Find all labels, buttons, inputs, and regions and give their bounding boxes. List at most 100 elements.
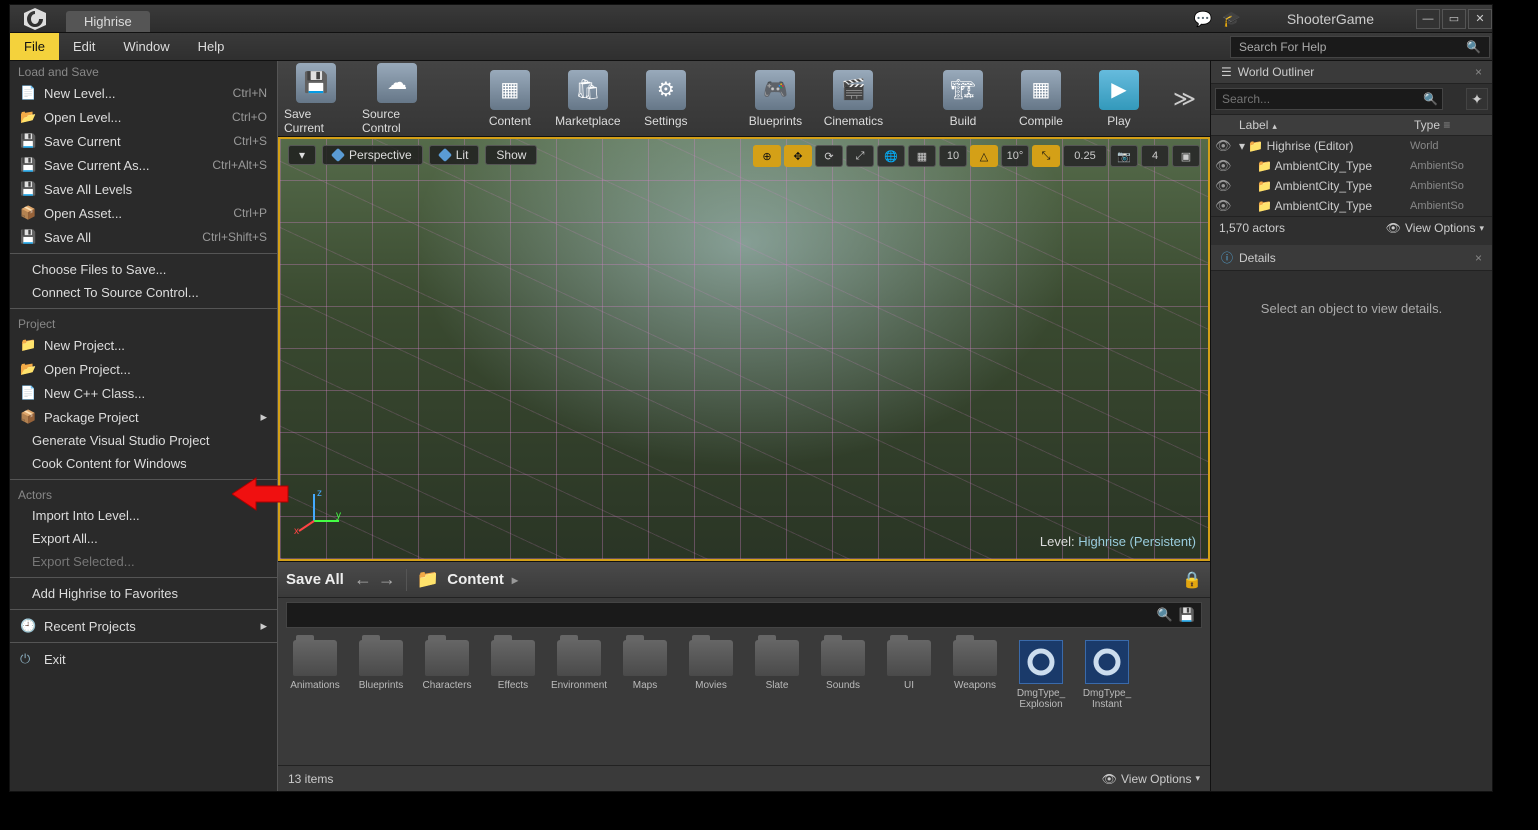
content-folder[interactable]: Maps xyxy=(618,640,672,757)
toolbar-overflow[interactable]: ≫ xyxy=(1165,86,1204,112)
outliner-row[interactable]: 👁📁 AmbientCity_TypeAmbientSo xyxy=(1211,196,1492,216)
minimize-button[interactable]: — xyxy=(1416,9,1440,29)
content-folder[interactable]: Animations xyxy=(288,640,342,757)
close-tab-icon[interactable]: × xyxy=(1475,65,1482,79)
level-viewport[interactable]: ▾ Perspective Lit Show ⊕ ✥ ⟳ ⤢ 🌐 ▦ 10 △ … xyxy=(278,137,1210,561)
outliner-view-options[interactable]: 👁 View Options ▾ xyxy=(1386,221,1484,235)
toolbar-save-current[interactable]: 💾Save Current xyxy=(284,63,348,135)
outliner-row[interactable]: 👁▾ 📁 Highrise (Editor)World xyxy=(1211,136,1492,156)
file-menu-open-project[interactable]: 📂Open Project... xyxy=(10,357,277,381)
outliner-row[interactable]: 👁📁 AmbientCity_TypeAmbientSo xyxy=(1211,176,1492,196)
viewport-camera-value[interactable]: 4 xyxy=(1141,145,1169,167)
file-menu-import-into-level[interactable]: Import Into Level... xyxy=(10,504,277,527)
file-menu-exit[interactable]: ⏻Exit xyxy=(10,647,277,671)
content-folder[interactable]: Weapons xyxy=(948,640,1002,757)
file-menu-recent-projects[interactable]: 🕘Recent Projects▸ xyxy=(10,614,277,638)
viewport-tool-rotate[interactable]: ⟳ xyxy=(815,145,843,167)
outliner-row-label: 📁 AmbientCity_Type xyxy=(1233,179,1410,193)
toolbar-content[interactable]: ▦Content xyxy=(478,70,542,128)
viewport-show-button[interactable]: Show xyxy=(485,145,537,165)
toolbar-blueprints[interactable]: 🎮Blueprints xyxy=(743,70,807,128)
content-view-options[interactable]: 👁 View Options ▾ xyxy=(1102,772,1200,786)
world-outliner-tab[interactable]: ☰ World Outliner × xyxy=(1211,61,1492,84)
help-search-input[interactable]: Search For Help 🔍 xyxy=(1230,36,1490,58)
content-asset[interactable]: DmgType_​Instant xyxy=(1080,640,1134,757)
toolbar-build[interactable]: 🏗Build xyxy=(931,70,995,128)
close-tab-icon[interactable]: × xyxy=(1475,251,1482,265)
menu-help[interactable]: Help xyxy=(184,33,239,60)
viewport-scale-value[interactable]: 0.25 xyxy=(1063,145,1107,167)
viewport-maximize[interactable]: ▣ xyxy=(1172,145,1200,167)
viewport-tool-coord[interactable]: 🌐 xyxy=(877,145,905,167)
content-save-all[interactable]: Save All xyxy=(286,571,344,588)
menu-window[interactable]: Window xyxy=(109,33,183,60)
details-tab[interactable]: ⓘ Details × xyxy=(1211,245,1492,271)
content-folder[interactable]: Characters xyxy=(420,640,474,757)
viewport-angle-value[interactable]: 10° xyxy=(1001,145,1029,167)
file-menu-open-asset[interactable]: 📦Open Asset...Ctrl+P xyxy=(10,201,277,225)
viewport-scale-snap[interactable]: ⤡ xyxy=(1032,145,1060,167)
file-menu-save-all-levels[interactable]: 💾Save All Levels xyxy=(10,177,277,201)
menu-edit[interactable]: Edit xyxy=(59,33,109,60)
viewport-grid-value[interactable]: 10 xyxy=(939,145,967,167)
viewport-tool-scale[interactable]: ⤢ xyxy=(846,145,874,167)
close-button[interactable]: ✕ xyxy=(1468,9,1492,29)
visibility-eye-icon[interactable]: 👁 xyxy=(1215,138,1233,154)
file-menu-new-cpp-class[interactable]: 📄New C++ Class... xyxy=(10,381,277,405)
chat-icon[interactable]: 💬 xyxy=(1193,10,1212,28)
content-folder[interactable]: Sounds xyxy=(816,640,870,757)
outliner-col-type[interactable]: Type ≡ xyxy=(1414,118,1484,132)
viewport-grid-snap[interactable]: ▦ xyxy=(908,145,936,167)
viewport-tool-select[interactable]: ⊕ xyxy=(753,145,781,167)
toolbar-compile[interactable]: ▦Compile xyxy=(1009,70,1073,128)
file-menu-add-favorites[interactable]: Add Highrise to Favorites xyxy=(10,582,277,605)
content-folder[interactable]: Movies xyxy=(684,640,738,757)
file-menu-export-all[interactable]: Export All... xyxy=(10,527,277,550)
viewport-angle-snap[interactable]: △ xyxy=(970,145,998,167)
toolbar-source-control[interactable]: ☁Source Control xyxy=(362,63,432,135)
file-menu-open-level[interactable]: 📂Open Level...Ctrl+O xyxy=(10,105,277,129)
maximize-button[interactable]: ▭ xyxy=(1442,9,1466,29)
viewport-options-button[interactable]: ▾ xyxy=(288,145,316,165)
viewport-lit-button[interactable]: Lit xyxy=(429,145,480,165)
file-menu-cook-content[interactable]: Cook Content for Windows xyxy=(10,452,277,475)
graduation-icon[interactable]: 🎓 xyxy=(1222,10,1241,28)
content-filter-input[interactable]: 🔍 💾 xyxy=(286,602,1202,628)
file-menu-generate-vs-project[interactable]: Generate Visual Studio Project xyxy=(10,429,277,452)
toolbar-cinematics[interactable]: 🎬Cinematics xyxy=(821,70,885,128)
visibility-eye-icon[interactable]: 👁 xyxy=(1215,158,1233,174)
file-menu-save-all[interactable]: 💾Save AllCtrl+Shift+S xyxy=(10,225,277,249)
file-menu-new-project[interactable]: 📁New Project... xyxy=(10,333,277,357)
file-menu-save-current[interactable]: 💾Save CurrentCtrl+S xyxy=(10,129,277,153)
content-path[interactable]: Content xyxy=(447,571,504,588)
content-folder[interactable]: Effects xyxy=(486,640,540,757)
content-nav-back[interactable]: ← xyxy=(354,569,372,590)
content-nav-forward[interactable]: → xyxy=(378,569,396,590)
toolbar-play[interactable]: ▶Play xyxy=(1087,70,1151,128)
viewport-perspective-button[interactable]: Perspective xyxy=(322,145,423,165)
content-folder[interactable]: Blueprints xyxy=(354,640,408,757)
outliner-search-input[interactable] xyxy=(1215,88,1443,110)
outliner-col-label[interactable]: Label▴ xyxy=(1219,118,1414,132)
file-menu-connect-source-control[interactable]: Connect To Source Control... xyxy=(10,281,277,304)
content-folder[interactable]: Slate xyxy=(750,640,804,757)
file-menu-new-level[interactable]: 📄New Level...Ctrl+N xyxy=(10,81,277,105)
visibility-eye-icon[interactable]: 👁 xyxy=(1215,198,1233,214)
viewport-tool-translate[interactable]: ✥ xyxy=(784,145,812,167)
viewport-camera-speed[interactable]: 📷 xyxy=(1110,145,1138,167)
outliner-row[interactable]: 👁📁 AmbientCity_TypeAmbientSo xyxy=(1211,156,1492,176)
title-tab[interactable]: Highrise xyxy=(66,11,150,32)
content-folder[interactable]: Environment xyxy=(552,640,606,757)
content-folder[interactable]: UI xyxy=(882,640,936,757)
file-menu-save-current-as[interactable]: 💾Save Current As...Ctrl+Alt+S xyxy=(10,153,277,177)
content-filter-save-icon[interactable]: 💾 xyxy=(1179,607,1195,623)
toolbar-settings[interactable]: ⚙Settings xyxy=(634,70,698,128)
file-menu-choose-files[interactable]: Choose Files to Save... xyxy=(10,258,277,281)
menu-file[interactable]: File xyxy=(10,33,59,60)
file-menu-package-project[interactable]: 📦Package Project▸ xyxy=(10,405,277,429)
visibility-eye-icon[interactable]: 👁 xyxy=(1215,178,1233,194)
content-asset[interactable]: DmgType_​Explosion xyxy=(1014,640,1068,757)
content-lock-icon[interactable]: 🔒 xyxy=(1182,570,1202,590)
outliner-add-button[interactable]: ✦ xyxy=(1466,88,1488,110)
toolbar-marketplace[interactable]: 🛍Marketplace xyxy=(556,70,620,128)
